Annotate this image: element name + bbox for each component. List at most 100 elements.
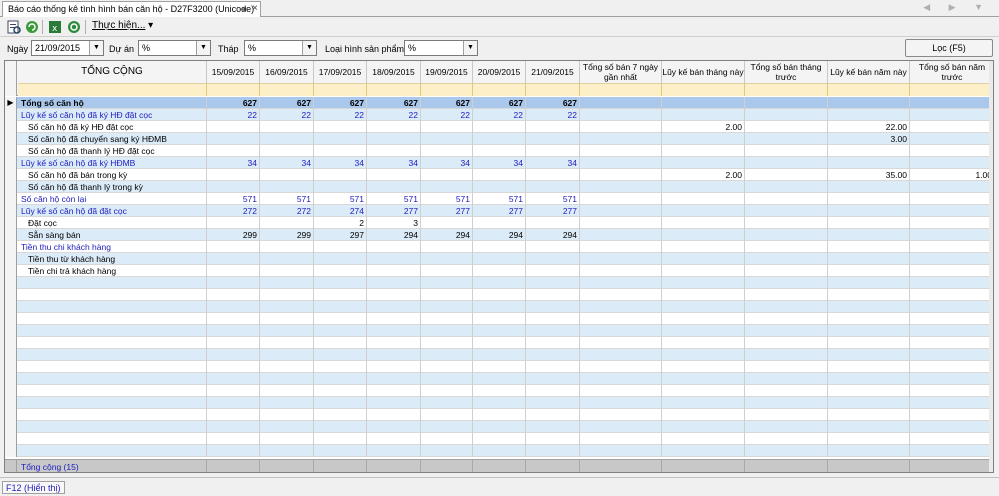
table-row[interactable] [5,349,993,361]
empty-cell[interactable] [260,433,314,445]
value-cell[interactable]: 34 [207,157,260,169]
empty-cell[interactable] [580,361,662,373]
excel-icon[interactable]: x [47,19,63,35]
value-cell[interactable] [745,193,828,205]
empty-cell[interactable] [828,445,910,457]
empty-cell[interactable] [910,361,993,373]
value-cell[interactable] [421,133,473,145]
empty-cell[interactable] [910,385,993,397]
empty-cell[interactable] [473,409,526,421]
empty-cell[interactable] [421,409,473,421]
empty-cell[interactable] [367,397,421,409]
row-label-cell[interactable]: Tổng số căn hộ [18,97,207,109]
column-header[interactable]: Lũy kế bán năm này [828,61,910,83]
empty-cell[interactable] [18,397,207,409]
column-header[interactable]: 18/09/2015 [367,61,421,83]
empty-cell[interactable] [910,373,993,385]
empty-cell[interactable] [314,277,367,289]
value-cell[interactable] [910,205,993,217]
value-cell[interactable] [580,97,662,109]
empty-cell[interactable] [526,289,580,301]
value-cell[interactable] [910,253,993,265]
column-filter-cell[interactable] [421,83,473,96]
chevron-down-icon[interactable]: ▼ [89,41,103,55]
empty-cell[interactable] [260,325,314,337]
empty-cell[interactable] [207,385,260,397]
value-cell[interactable] [662,97,745,109]
value-cell[interactable]: 272 [207,205,260,217]
value-cell[interactable] [662,157,745,169]
empty-cell[interactable] [473,433,526,445]
column-filter-cell[interactable] [828,83,910,96]
value-cell[interactable] [580,121,662,133]
value-cell[interactable]: 297 [314,229,367,241]
empty-cell[interactable] [367,361,421,373]
value-cell[interactable] [910,97,993,109]
row-indicator[interactable] [5,109,17,121]
value-cell[interactable] [828,229,910,241]
value-cell[interactable]: 34 [314,157,367,169]
value-cell[interactable] [526,145,580,157]
empty-cell[interactable] [580,373,662,385]
value-cell[interactable] [314,181,367,193]
row-indicator[interactable] [5,145,17,157]
value-cell[interactable]: 272 [260,205,314,217]
column-filter-cell[interactable] [207,83,260,96]
table-row[interactable] [5,301,993,313]
empty-cell[interactable] [828,397,910,409]
value-cell[interactable] [207,241,260,253]
value-cell[interactable] [473,133,526,145]
f12-display-button[interactable]: F12 (Hiển thị) [2,481,65,494]
empty-cell[interactable] [421,397,473,409]
row-indicator[interactable] [5,265,17,277]
filter-button[interactable]: Lọc (F5) [905,39,993,57]
value-cell[interactable]: 294 [367,229,421,241]
value-cell[interactable] [828,265,910,277]
empty-cell[interactable] [910,337,993,349]
value-cell[interactable]: 299 [260,229,314,241]
row-label-cell[interactable]: Tiền chi trả khách hàng [18,265,207,277]
value-cell[interactable] [910,193,993,205]
empty-cell[interactable] [260,337,314,349]
empty-cell[interactable] [260,373,314,385]
value-cell[interactable] [745,229,828,241]
value-cell[interactable] [367,121,421,133]
empty-cell[interactable] [18,409,207,421]
value-cell[interactable] [526,121,580,133]
empty-cell[interactable] [18,289,207,301]
empty-cell[interactable] [367,277,421,289]
row-indicator[interactable] [5,421,17,433]
value-cell[interactable] [662,217,745,229]
empty-cell[interactable] [314,409,367,421]
value-cell[interactable] [421,121,473,133]
empty-cell[interactable] [367,433,421,445]
empty-cell[interactable] [260,421,314,433]
value-cell[interactable] [662,193,745,205]
value-cell[interactable] [745,241,828,253]
value-cell[interactable] [580,133,662,145]
value-cell[interactable] [260,241,314,253]
value-cell[interactable] [662,253,745,265]
value-cell[interactable] [260,121,314,133]
table-row[interactable]: Lũy kế số căn hộ đã ký HĐMB 34 34 34 34 34 34 3… [5,157,993,169]
value-cell[interactable]: 277 [367,205,421,217]
row-indicator[interactable] [5,121,17,133]
value-cell[interactable]: 22.00 [828,121,910,133]
row-indicator[interactable] [5,373,17,385]
row-indicator[interactable] [5,241,17,253]
empty-cell[interactable] [828,385,910,397]
value-cell[interactable] [580,109,662,121]
row-indicator[interactable]: ▶ [5,97,17,109]
empty-cell[interactable] [828,433,910,445]
preview-icon[interactable] [6,19,22,35]
value-cell[interactable]: 2.00 [662,121,745,133]
empty-cell[interactable] [580,349,662,361]
empty-cell[interactable] [314,301,367,313]
empty-cell[interactable] [421,361,473,373]
value-cell[interactable] [314,169,367,181]
empty-cell[interactable] [828,349,910,361]
empty-cell[interactable] [910,277,993,289]
empty-cell[interactable] [526,397,580,409]
value-cell[interactable]: 571 [314,193,367,205]
table-row[interactable]: Đặt cọc 2 3 [5,217,993,229]
